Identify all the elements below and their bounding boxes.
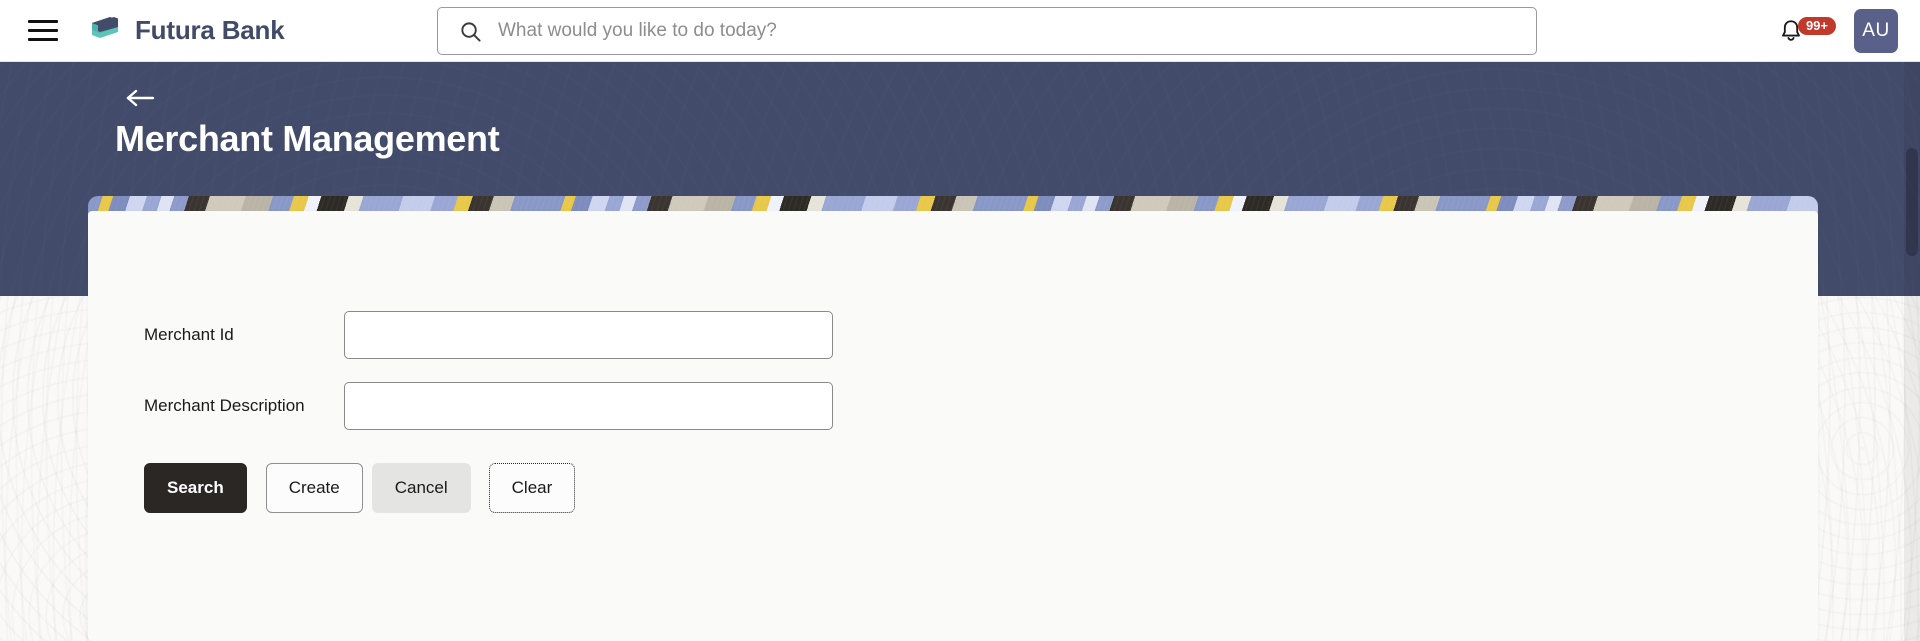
merchant-description-label: Merchant Description [144,395,305,415]
form-row-merchant-description: Merchant Description [144,382,944,430]
merchant-search-form: Merchant Id Merchant Description Search … [144,311,944,513]
create-button[interactable]: Create [265,463,363,513]
brand-logo-link[interactable]: Futura Bank [88,14,285,48]
search-icon [461,21,481,42]
form-row-merchant-id: Merchant Id [144,311,944,359]
notification-count-badge: 99+ [1797,17,1836,35]
search-button[interactable]: Search [144,463,247,513]
search-input[interactable] [498,8,1536,54]
merchant-id-input[interactable] [344,311,833,359]
brand-name: Futura Bank [135,15,285,45]
merchant-id-label: Merchant Id [144,324,234,344]
hamburger-line [28,38,58,41]
merchant-description-input[interactable] [344,382,833,430]
notifications-button[interactable]: 99+ [1774,17,1840,44]
user-avatar[interactable]: AU [1854,9,1898,53]
hamburger-line [28,20,58,23]
back-arrow-icon[interactable] [122,84,158,112]
merchant-search-card: Merchant Id Merchant Description Search … [88,211,1818,641]
page-title: Merchant Management [115,118,500,159]
search-bar[interactable] [437,7,1537,55]
cancel-button[interactable]: Cancel [371,463,471,513]
top-navbar: Futura Bank 99+ AU [0,0,1920,62]
hamburger-line [28,29,58,32]
vertical-scrollbar-thumb[interactable] [1906,148,1918,256]
form-action-buttons: Search Create Cancel Clear [144,463,944,513]
clear-button[interactable]: Clear [488,463,576,513]
hamburger-menu-icon[interactable] [28,18,62,44]
stacked-cards-logo-icon [92,16,118,38]
navbar-right-actions: 99+ AU [1774,0,1898,62]
